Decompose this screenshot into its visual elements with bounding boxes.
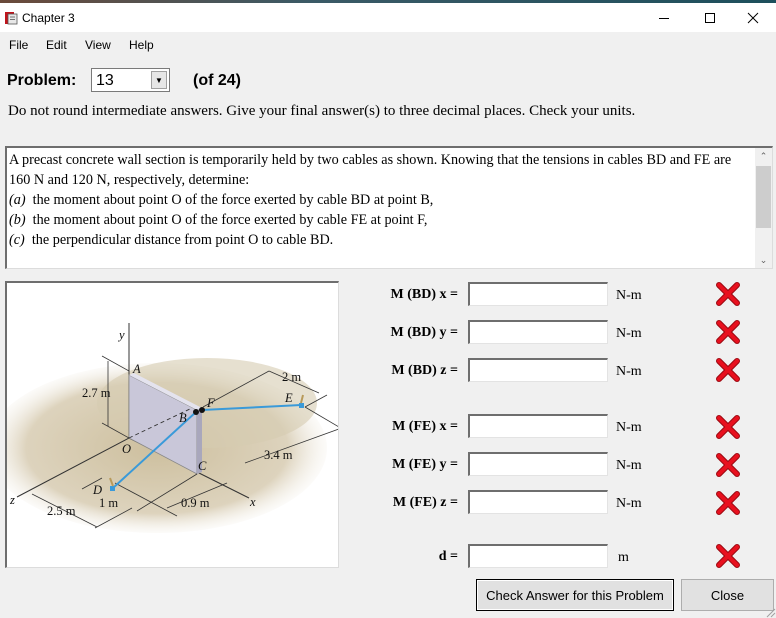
- m-fe-y-label: M (FE) y =: [392, 457, 458, 472]
- point-f: [199, 407, 205, 413]
- label-a: A: [132, 362, 141, 376]
- m-fe-x-input[interactable]: [468, 414, 608, 438]
- m-fe-z-label: M (FE) z =: [392, 495, 458, 510]
- incorrect-x-icon: [716, 491, 740, 515]
- scroll-down-icon[interactable]: ⌄: [755, 252, 772, 268]
- dim-1m: 1 m: [99, 496, 118, 510]
- check-answer-button[interactable]: Check Answer for this Problem: [476, 579, 674, 611]
- close-window-button[interactable]: [730, 3, 776, 32]
- problem-part-b: (b) the moment about point O of the forc…: [9, 210, 754, 230]
- incorrect-x-icon: [716, 415, 740, 439]
- menu-help[interactable]: Help: [129, 38, 154, 52]
- label-c: C: [198, 459, 207, 473]
- vertical-scrollbar[interactable]: ⌃ ⌄: [755, 148, 772, 268]
- dropdown-arrow-icon[interactable]: ▼: [151, 71, 167, 89]
- label-d: D: [92, 483, 102, 497]
- label-y: y: [117, 328, 125, 342]
- problem-select[interactable]: 13 ▼: [91, 68, 170, 92]
- problem-part-c: (c) the perpendicular distance from poin…: [9, 230, 754, 250]
- m-fe-x-unit: N-m: [616, 420, 642, 435]
- problem-label: Problem:: [7, 72, 77, 89]
- menu-edit[interactable]: Edit: [46, 38, 67, 52]
- book-icon: [5, 12, 18, 25]
- dim-2-7m: 2.7 m: [82, 386, 111, 400]
- part-text: the perpendicular distance from point O …: [31, 232, 334, 248]
- scroll-up-icon[interactable]: ⌃: [755, 148, 772, 165]
- wall-cable-diagram: y z x A B C D E F O 2.7 m 2 m 3.4 m 0.9 …: [7, 323, 338, 533]
- problem-statement: A precast concrete wall section is tempo…: [9, 150, 754, 268]
- m-bd-y-input[interactable]: [468, 320, 608, 344]
- problem-select-value: 13: [96, 72, 114, 89]
- m-fe-y-unit: N-m: [616, 458, 642, 473]
- menu-bar: File Edit View Help: [0, 32, 776, 57]
- label-e: E: [284, 391, 293, 405]
- m-fe-y-input[interactable]: [468, 452, 608, 476]
- m-bd-z-label: M (BD) z =: [391, 363, 458, 378]
- close-icon: [747, 12, 759, 23]
- incorrect-x-icon: [716, 320, 740, 344]
- window-title: Chapter 3: [22, 11, 75, 25]
- incorrect-x-icon: [716, 358, 740, 382]
- point-b: [193, 409, 199, 415]
- label-x: x: [249, 495, 256, 509]
- m-bd-x-label: M (BD) x =: [390, 287, 458, 302]
- part-tag: (b): [9, 212, 26, 228]
- problem-statement-box[interactable]: A precast concrete wall section is tempo…: [5, 146, 773, 269]
- problem-count: (of 24): [193, 72, 241, 89]
- label-o: O: [122, 442, 131, 456]
- d-label: d =: [438, 549, 458, 564]
- dim-2-5m: 2.5 m: [47, 504, 76, 518]
- d-unit: m: [618, 550, 629, 565]
- menu-view[interactable]: View: [85, 38, 111, 52]
- minimize-button[interactable]: [641, 3, 687, 32]
- m-fe-x-label: M (FE) x =: [392, 419, 458, 434]
- anchor-e: [299, 403, 304, 408]
- m-bd-z-input[interactable]: [468, 358, 608, 382]
- part-tag: (a): [9, 192, 26, 208]
- problem-figure: y z x A B C D E F O 2.7 m 2 m 3.4 m 0.9 …: [5, 281, 339, 568]
- part-text: the moment about point O of the force ex…: [32, 192, 434, 208]
- instructions-text: Do not round intermediate answers. Give …: [8, 103, 636, 119]
- incorrect-x-icon: [716, 453, 740, 477]
- resize-grip-icon[interactable]: [764, 606, 776, 618]
- scroll-thumb[interactable]: [756, 166, 771, 228]
- label-z: z: [9, 493, 15, 507]
- m-fe-z-unit: N-m: [616, 496, 642, 511]
- m-bd-y-label: M (BD) y =: [390, 325, 458, 340]
- anchor-d: [110, 486, 115, 491]
- m-bd-z-unit: N-m: [616, 364, 642, 379]
- problem-part-a: (a) the moment about point O of the forc…: [9, 190, 754, 210]
- m-fe-z-input[interactable]: [468, 490, 608, 514]
- label-b: B: [179, 411, 187, 425]
- d-input[interactable]: [468, 544, 608, 568]
- problem-intro: A precast concrete wall section is tempo…: [9, 152, 732, 188]
- incorrect-x-icon: [716, 544, 740, 568]
- label-f: F: [206, 396, 215, 410]
- part-text: the moment about point O of the force ex…: [32, 212, 428, 228]
- m-bd-x-input[interactable]: [468, 282, 608, 306]
- menu-file[interactable]: File: [9, 38, 28, 52]
- m-bd-y-unit: N-m: [616, 326, 642, 341]
- dim-2m: 2 m: [282, 370, 301, 384]
- maximize-icon: [705, 12, 715, 23]
- dim-3-4m: 3.4 m: [264, 448, 293, 462]
- minimize-icon: [659, 17, 669, 19]
- incorrect-x-icon: [716, 282, 740, 306]
- dim-0-9m: 0.9 m: [181, 496, 210, 510]
- part-tag: (c): [9, 232, 25, 248]
- m-bd-x-unit: N-m: [616, 288, 642, 303]
- close-button[interactable]: Close: [681, 579, 774, 611]
- maximize-button[interactable]: [687, 3, 733, 32]
